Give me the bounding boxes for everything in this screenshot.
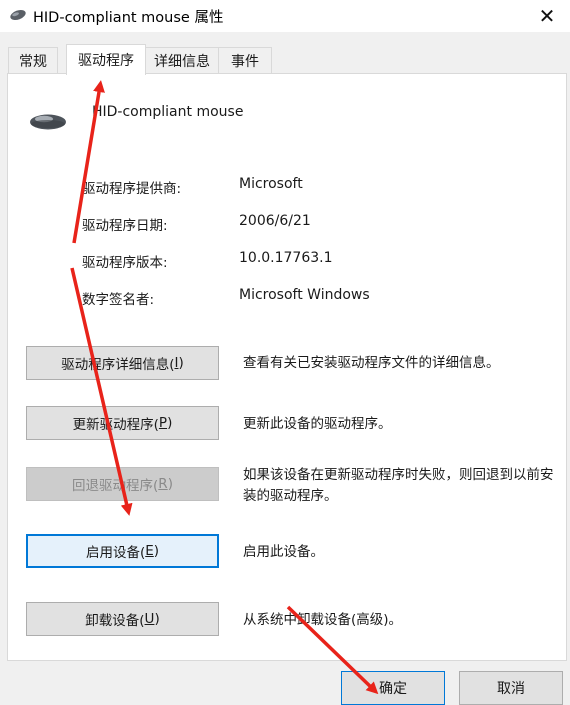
close-button[interactable]: ✕ xyxy=(524,0,570,32)
driver-date-value: 2006/6/21 xyxy=(239,213,311,229)
update-driver-button[interactable]: 更新驱动程序(P) xyxy=(26,406,219,440)
rollback-driver-description: 如果该设备在更新驱动程序时失败，则回退到以前安装的驱动程序。 xyxy=(243,467,554,504)
enable-device-button[interactable]: 启用设备(E) xyxy=(26,534,219,568)
digital-signer-value: Microsoft Windows xyxy=(239,287,370,303)
driver-version-label: 驱动程序版本: xyxy=(82,255,168,271)
device-name: HID-compliant mouse xyxy=(92,104,244,120)
driver-details-description: 查看有关已安装驱动程序文件的详细信息。 xyxy=(243,355,500,371)
cancel-button[interactable]: 取消 xyxy=(459,671,563,705)
update-driver-description: 更新此设备的驱动程序。 xyxy=(243,416,392,432)
driver-date-label: 驱动程序日期: xyxy=(82,218,168,234)
tab-events[interactable]: 事件 xyxy=(218,47,272,74)
tab-general[interactable]: 常规 xyxy=(8,47,58,74)
window-title: HID-compliant mouse 属性 xyxy=(33,10,224,26)
uninstall-device-button[interactable]: 卸载设备(U) xyxy=(26,602,219,636)
close-icon: ✕ xyxy=(538,4,556,28)
tab-details[interactable]: 详细信息 xyxy=(144,47,220,74)
digital-signer-label: 数字签名者: xyxy=(82,292,155,308)
driver-provider-value: Microsoft xyxy=(239,176,303,192)
driver-version-value: 10.0.17763.1 xyxy=(239,250,333,266)
ok-button[interactable]: 确定 xyxy=(341,671,445,705)
mouse-icon xyxy=(30,114,66,130)
tab-driver[interactable]: 驱动程序 xyxy=(66,44,146,75)
driver-details-button[interactable]: 驱动程序详细信息(I) xyxy=(26,346,219,380)
title-bar: HID-compliant mouse 属性 ✕ xyxy=(0,0,570,32)
mouse-icon xyxy=(10,9,26,21)
uninstall-device-description: 从系统中卸载设备(高级)。 xyxy=(243,612,403,628)
rollback-driver-button[interactable]: 回退驱动程序(R) xyxy=(26,467,219,501)
driver-provider-label: 驱动程序提供商: xyxy=(82,181,182,197)
driver-panel: HID-compliant mouse 驱动程序提供商: Microsoft 驱… xyxy=(7,73,567,661)
enable-device-description: 启用此设备。 xyxy=(243,544,324,560)
